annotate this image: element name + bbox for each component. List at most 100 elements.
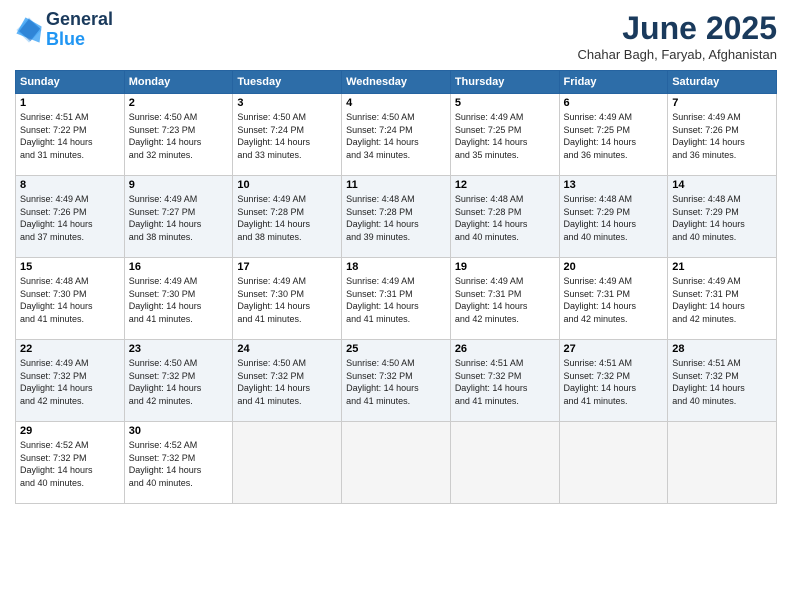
calendar-cell: 22 Sunrise: 4:49 AM Sunset: 7:32 PM Dayli… — [16, 340, 125, 422]
day-info: Sunrise: 4:49 AM Sunset: 7:31 PM Dayligh… — [346, 275, 446, 325]
day-number: 23 — [129, 343, 229, 355]
day-number: 13 — [564, 179, 664, 191]
calendar-week-row: 8Sunrise: 4:49 AM Sunset: 7:26 PM Daylig… — [16, 176, 777, 258]
day-number: 17 — [237, 261, 337, 273]
calendar-cell: 30 Sunrise: 4:52 AM Sunset: 7:32 PM Dayli… — [124, 422, 233, 504]
calendar-week-row: 29 Sunrise: 4:52 AM Sunset: 7:32 PM Dayli… — [16, 422, 777, 504]
calendar-cell: 10 Sunrise: 4:49 AM Sunset: 7:28 PM Dayli… — [233, 176, 342, 258]
calendar-cell — [342, 422, 451, 504]
day-info: Sunrise: 4:51 AM Sunset: 7:32 PM Dayligh… — [672, 357, 772, 407]
day-number: 21 — [672, 261, 772, 273]
day-info: Sunrise: 4:50 AM Sunset: 7:32 PM Dayligh… — [346, 357, 446, 407]
day-number: 28 — [672, 343, 772, 355]
calendar-week-row: 22 Sunrise: 4:49 AM Sunset: 7:32 PM Dayli… — [16, 340, 777, 422]
calendar-cell: 21 Sunrise: 4:49 AM Sunset: 7:31 PM Dayli… — [668, 258, 777, 340]
weekday-header-friday: Friday — [559, 71, 668, 94]
logo: General Blue — [15, 10, 113, 50]
day-info: Sunrise: 4:49 AM Sunset: 7:28 PM Dayligh… — [237, 193, 337, 243]
calendar-cell: 5 Sunrise: 4:49 AM Sunset: 7:25 PM Daylig… — [450, 94, 559, 176]
day-info: Sunrise: 4:50 AM Sunset: 7:32 PM Dayligh… — [237, 357, 337, 407]
calendar-cell — [233, 422, 342, 504]
calendar-week-row: 15 Sunrise: 4:48 AM Sunset: 7:30 PM Dayli… — [16, 258, 777, 340]
calendar-cell: 12 Sunrise: 4:48 AM Sunset: 7:28 PM Dayli… — [450, 176, 559, 258]
day-info: Sunrise: 4:49 AM Sunset: 7:32 PM Dayligh… — [20, 357, 120, 407]
day-number: 6 — [564, 97, 664, 109]
logo-icon — [15, 16, 43, 44]
calendar-cell: 9 Sunrise: 4:49 AM Sunset: 7:27 PM Daylig… — [124, 176, 233, 258]
day-number: 2 — [129, 97, 229, 109]
day-info: Sunrise: 4:49 AM Sunset: 7:31 PM Dayligh… — [672, 275, 772, 325]
day-number: 20 — [564, 261, 664, 273]
day-number: 29 — [20, 425, 120, 437]
day-info: Sunrise: 4:50 AM Sunset: 7:32 PM Dayligh… — [129, 357, 229, 407]
header: General Blue June 2025 Chahar Bagh, Fary… — [15, 10, 777, 62]
calendar-cell: 23 Sunrise: 4:50 AM Sunset: 7:32 PM Dayli… — [124, 340, 233, 422]
day-info: Sunrise: 4:52 AM Sunset: 7:32 PM Dayligh… — [20, 439, 120, 489]
day-info: Sunrise: 4:49 AM Sunset: 7:30 PM Dayligh… — [129, 275, 229, 325]
day-info: Sunrise: 4:51 AM Sunset: 7:22 PM Dayligh… — [20, 111, 120, 161]
title-block: June 2025 Chahar Bagh, Faryab, Afghanist… — [578, 10, 777, 62]
day-info: Sunrise: 4:50 AM Sunset: 7:24 PM Dayligh… — [346, 111, 446, 161]
calendar-cell: 27Sunrise: 4:51 AM Sunset: 7:32 PM Dayli… — [559, 340, 668, 422]
weekday-header-monday: Monday — [124, 71, 233, 94]
weekday-header-row: SundayMondayTuesdayWednesdayThursdayFrid… — [16, 71, 777, 94]
day-number: 10 — [237, 179, 337, 191]
calendar-table: SundayMondayTuesdayWednesdayThursdayFrid… — [15, 70, 777, 504]
calendar-cell: 8Sunrise: 4:49 AM Sunset: 7:26 PM Daylig… — [16, 176, 125, 258]
weekday-header-saturday: Saturday — [668, 71, 777, 94]
calendar-cell: 13 Sunrise: 4:48 AM Sunset: 7:29 PM Dayli… — [559, 176, 668, 258]
location: Chahar Bagh, Faryab, Afghanistan — [578, 47, 777, 62]
day-info: Sunrise: 4:48 AM Sunset: 7:29 PM Dayligh… — [564, 193, 664, 243]
day-number: 25 — [346, 343, 446, 355]
day-info: Sunrise: 4:49 AM Sunset: 7:25 PM Dayligh… — [455, 111, 555, 161]
calendar-week-row: 1 Sunrise: 4:51 AM Sunset: 7:22 PM Daylig… — [16, 94, 777, 176]
calendar-cell: 1 Sunrise: 4:51 AM Sunset: 7:22 PM Daylig… — [16, 94, 125, 176]
day-number: 3 — [237, 97, 337, 109]
day-number: 5 — [455, 97, 555, 109]
calendar-cell: 11 Sunrise: 4:48 AM Sunset: 7:28 PM Dayli… — [342, 176, 451, 258]
day-info: Sunrise: 4:49 AM Sunset: 7:25 PM Dayligh… — [564, 111, 664, 161]
day-number: 4 — [346, 97, 446, 109]
day-info: Sunrise: 4:49 AM Sunset: 7:31 PM Dayligh… — [455, 275, 555, 325]
day-number: 22 — [20, 343, 120, 355]
month-title: June 2025 — [578, 10, 777, 47]
day-info: Sunrise: 4:50 AM Sunset: 7:23 PM Dayligh… — [129, 111, 229, 161]
day-number: 12 — [455, 179, 555, 191]
day-info: Sunrise: 4:48 AM Sunset: 7:30 PM Dayligh… — [20, 275, 120, 325]
calendar-cell: 4 Sunrise: 4:50 AM Sunset: 7:24 PM Daylig… — [342, 94, 451, 176]
day-number: 24 — [237, 343, 337, 355]
day-info: Sunrise: 4:51 AM Sunset: 7:32 PM Dayligh… — [455, 357, 555, 407]
day-number: 8 — [20, 179, 120, 191]
day-info: Sunrise: 4:49 AM Sunset: 7:26 PM Dayligh… — [672, 111, 772, 161]
day-number: 19 — [455, 261, 555, 273]
calendar-cell: 15 Sunrise: 4:48 AM Sunset: 7:30 PM Dayli… — [16, 258, 125, 340]
calendar-cell: 20Sunrise: 4:49 AM Sunset: 7:31 PM Dayli… — [559, 258, 668, 340]
weekday-header-wednesday: Wednesday — [342, 71, 451, 94]
day-info: Sunrise: 4:50 AM Sunset: 7:24 PM Dayligh… — [237, 111, 337, 161]
calendar-cell: 17Sunrise: 4:49 AM Sunset: 7:30 PM Dayli… — [233, 258, 342, 340]
day-info: Sunrise: 4:48 AM Sunset: 7:28 PM Dayligh… — [346, 193, 446, 243]
day-number: 27 — [564, 343, 664, 355]
day-info: Sunrise: 4:48 AM Sunset: 7:28 PM Dayligh… — [455, 193, 555, 243]
day-number: 15 — [20, 261, 120, 273]
weekday-header-tuesday: Tuesday — [233, 71, 342, 94]
calendar-cell: 16Sunrise: 4:49 AM Sunset: 7:30 PM Dayli… — [124, 258, 233, 340]
day-number: 14 — [672, 179, 772, 191]
day-info: Sunrise: 4:49 AM Sunset: 7:27 PM Dayligh… — [129, 193, 229, 243]
calendar-cell — [450, 422, 559, 504]
day-number: 30 — [129, 425, 229, 437]
weekday-header-sunday: Sunday — [16, 71, 125, 94]
day-number: 11 — [346, 179, 446, 191]
day-info: Sunrise: 4:48 AM Sunset: 7:29 PM Dayligh… — [672, 193, 772, 243]
day-number: 1 — [20, 97, 120, 109]
calendar-cell — [559, 422, 668, 504]
calendar-cell: 24 Sunrise: 4:50 AM Sunset: 7:32 PM Dayli… — [233, 340, 342, 422]
day-info: Sunrise: 4:52 AM Sunset: 7:32 PM Dayligh… — [129, 439, 229, 489]
day-number: 18 — [346, 261, 446, 273]
calendar-cell: 25 Sunrise: 4:50 AM Sunset: 7:32 PM Dayli… — [342, 340, 451, 422]
calendar-cell: 7Sunrise: 4:49 AM Sunset: 7:26 PM Daylig… — [668, 94, 777, 176]
day-number: 26 — [455, 343, 555, 355]
calendar-cell: 18 Sunrise: 4:49 AM Sunset: 7:31 PM Dayli… — [342, 258, 451, 340]
day-number: 9 — [129, 179, 229, 191]
calendar-cell: 6 Sunrise: 4:49 AM Sunset: 7:25 PM Daylig… — [559, 94, 668, 176]
